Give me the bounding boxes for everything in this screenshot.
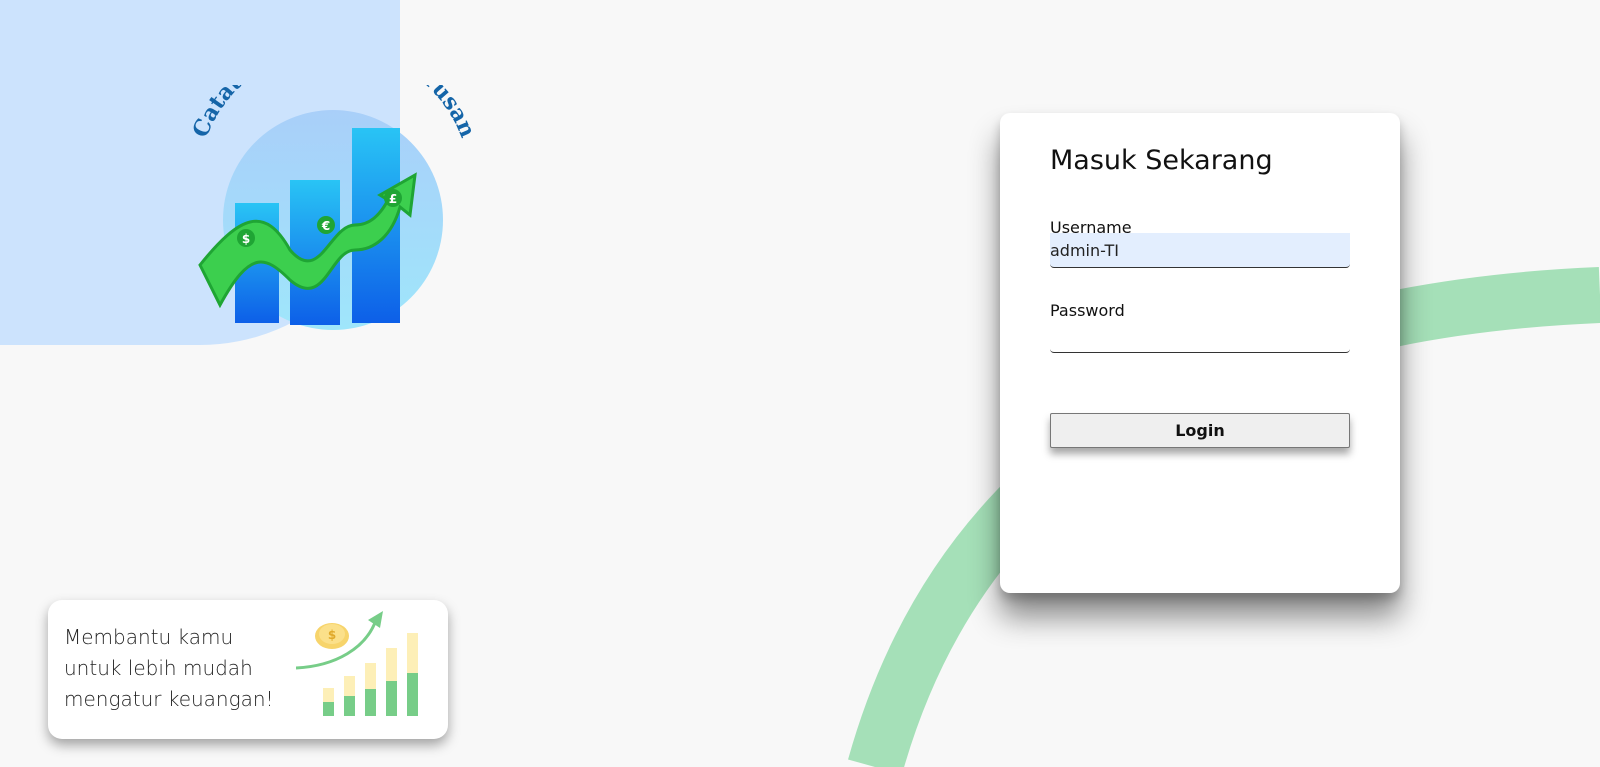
promo-card: Membantu kamu untuk lebih mudah mengatur… (48, 600, 448, 739)
login-title: Masuk Sekarang (1050, 145, 1273, 176)
growth-chart-icon: $ (296, 611, 418, 716)
login-card: Masuk Sekarang Username Password Login (1000, 113, 1400, 593)
logo-coin-pound: £ (389, 192, 397, 206)
password-field-container (1050, 318, 1350, 353)
logo-coin-euro: € (321, 219, 330, 233)
promo-text: Membantu kamu untuk lebih mudah mengatur… (64, 622, 294, 715)
promo-line-1: Membantu kamu (64, 625, 234, 649)
promo-line-2: untuk lebih mudah (64, 656, 253, 680)
login-button[interactable]: Login (1050, 413, 1350, 448)
promo-coin-symbol: $ (328, 628, 336, 642)
logo-coin-dollar: $ (242, 232, 250, 246)
username-input[interactable] (1050, 233, 1350, 267)
username-field-container (1050, 233, 1350, 268)
promo-line-3: mengatur keuangan! (64, 687, 274, 711)
password-input[interactable] (1050, 318, 1350, 352)
app-logo: $ € £ Catatan Keuangan Jurusan (187, 85, 480, 330)
